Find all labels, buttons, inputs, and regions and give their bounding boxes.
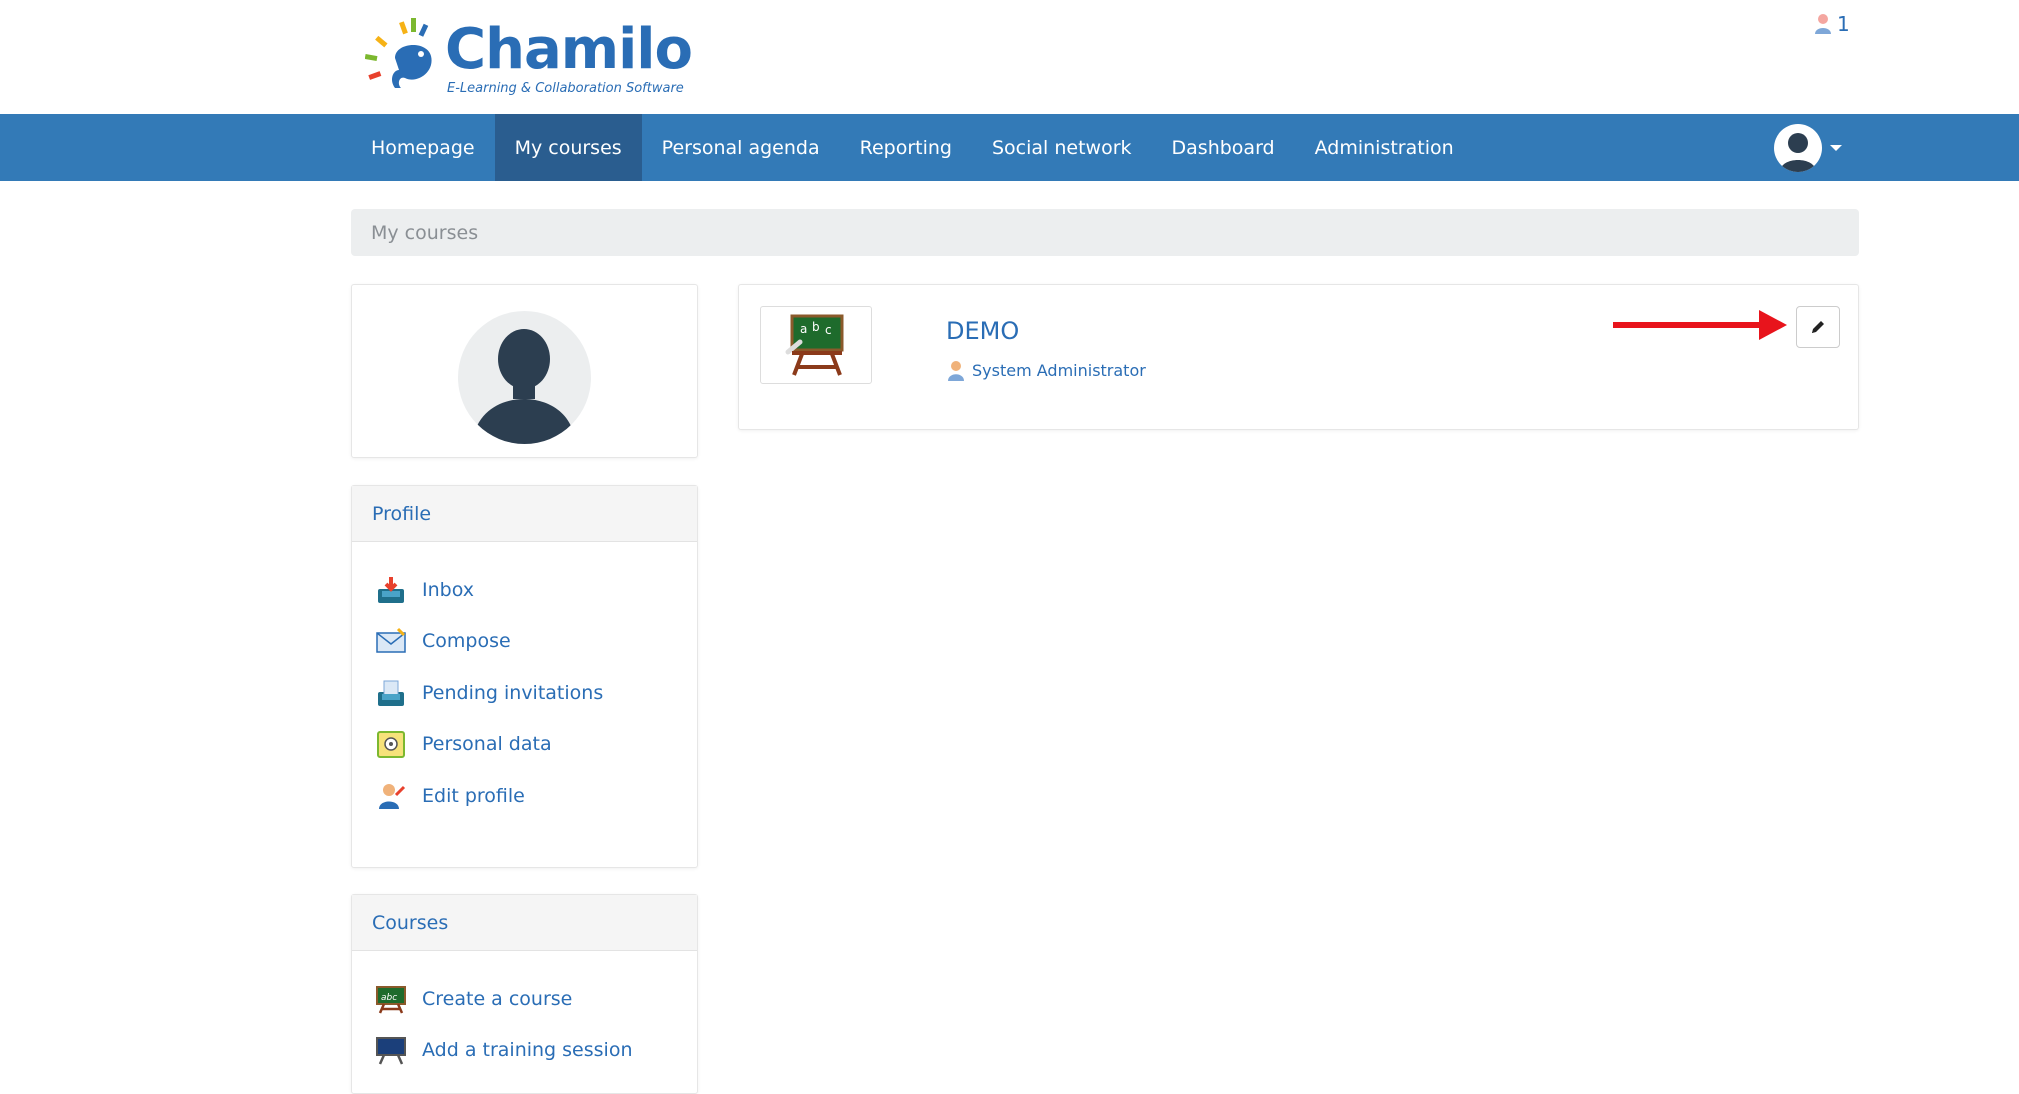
teacher-icon — [948, 361, 964, 381]
notification-count: 1 — [1837, 12, 1850, 36]
profile-panel: Profile Inbox Compose Pending invitation… — [351, 485, 698, 868]
logo-text: Chamilo — [445, 17, 693, 82]
logo-tagline: E-Learning & Collaboration Software — [447, 81, 684, 96]
chamilo-logo-icon — [365, 18, 432, 88]
profile-menu-list: Inbox Compose Pending invitations Person… — [352, 542, 697, 822]
course-teacher-link[interactable]: System Administrator — [972, 361, 1146, 380]
compose-link[interactable]: Compose — [422, 630, 511, 652]
svg-text:c: c — [825, 323, 832, 337]
profile-item-personal-data[interactable]: Personal data — [376, 719, 697, 771]
edit-profile-icon — [379, 783, 406, 809]
profile-item-edit-profile[interactable]: Edit profile — [376, 770, 697, 822]
blackboard-icon: a b c — [785, 314, 844, 376]
nav-administration[interactable]: Administration — [1295, 114, 1474, 181]
course-teacher[interactable]: System Administrator — [946, 359, 1146, 381]
courses-item-create-course[interactable]: abc Create a course — [376, 973, 697, 1025]
course-card: a b c DEMO System Administrator — [738, 284, 1859, 430]
main-nav: Homepage My courses Personal agenda Repo… — [351, 114, 1474, 181]
create-course-link[interactable]: Create a course — [422, 988, 572, 1010]
nav-personal-agenda[interactable]: Personal agenda — [642, 114, 840, 181]
edit-course-button[interactable] — [1796, 306, 1840, 348]
course-thumbnail[interactable]: a b c — [760, 306, 872, 384]
notifications-link[interactable]: 1 — [1813, 12, 1850, 36]
edit-profile-link[interactable]: Edit profile — [422, 785, 525, 807]
nav-my-courses[interactable]: My courses — [494, 114, 642, 181]
user-menu-dropdown[interactable] — [1774, 124, 1842, 172]
profile-item-inbox[interactable]: Inbox — [376, 564, 697, 616]
courses-item-add-training-session[interactable]: Add a training session — [376, 1025, 697, 1077]
courses-panel: Courses abc Create a course Add a traini… — [351, 894, 698, 1094]
pending-invitations-link[interactable]: Pending invitations — [422, 682, 603, 704]
profile-avatar-icon[interactable] — [458, 311, 591, 444]
nav-homepage[interactable]: Homepage — [351, 114, 495, 181]
compose-mail-icon — [376, 628, 406, 653]
user-avatar-icon — [1774, 124, 1822, 172]
invitations-icon — [378, 680, 404, 706]
nav-dashboard[interactable]: Dashboard — [1152, 114, 1295, 181]
personal-data-icon — [377, 731, 405, 759]
nav-social-network[interactable]: Social network — [972, 114, 1152, 181]
user-avatar-panel — [351, 284, 698, 458]
inbox-link[interactable]: Inbox — [422, 579, 474, 601]
svg-text:abc: abc — [381, 993, 397, 1003]
chamilo-logo[interactable]: Chamilo E-Learning & Collaboration Softw… — [365, 18, 693, 96]
profile-panel-title: Profile — [352, 486, 697, 542]
courses-panel-title: Courses — [352, 895, 697, 951]
training-session-icon — [376, 1037, 406, 1065]
user-group-icon — [1815, 14, 1831, 34]
courses-menu-list: abc Create a course Add a training sessi… — [352, 951, 697, 1076]
pencil-icon — [1812, 321, 1824, 333]
personal-data-link[interactable]: Personal data — [422, 733, 552, 755]
create-course-icon: abc — [376, 985, 406, 1014]
svg-text:a: a — [800, 322, 807, 336]
course-title-link[interactable]: DEMO — [946, 317, 1019, 345]
chevron-down-icon — [1830, 145, 1842, 151]
add-training-session-link[interactable]: Add a training session — [422, 1039, 632, 1061]
breadcrumb: My courses — [351, 209, 1859, 256]
breadcrumb-current: My courses — [371, 221, 479, 244]
nav-reporting[interactable]: Reporting — [840, 114, 972, 181]
red-arrow-annotation — [1613, 310, 1787, 340]
profile-item-compose[interactable]: Compose — [376, 616, 697, 668]
main-navbar: Homepage My courses Personal agenda Repo… — [0, 114, 2019, 181]
profile-item-pending-invitations[interactable]: Pending invitations — [376, 667, 697, 719]
svg-text:b: b — [812, 320, 820, 334]
inbox-icon — [378, 576, 404, 603]
